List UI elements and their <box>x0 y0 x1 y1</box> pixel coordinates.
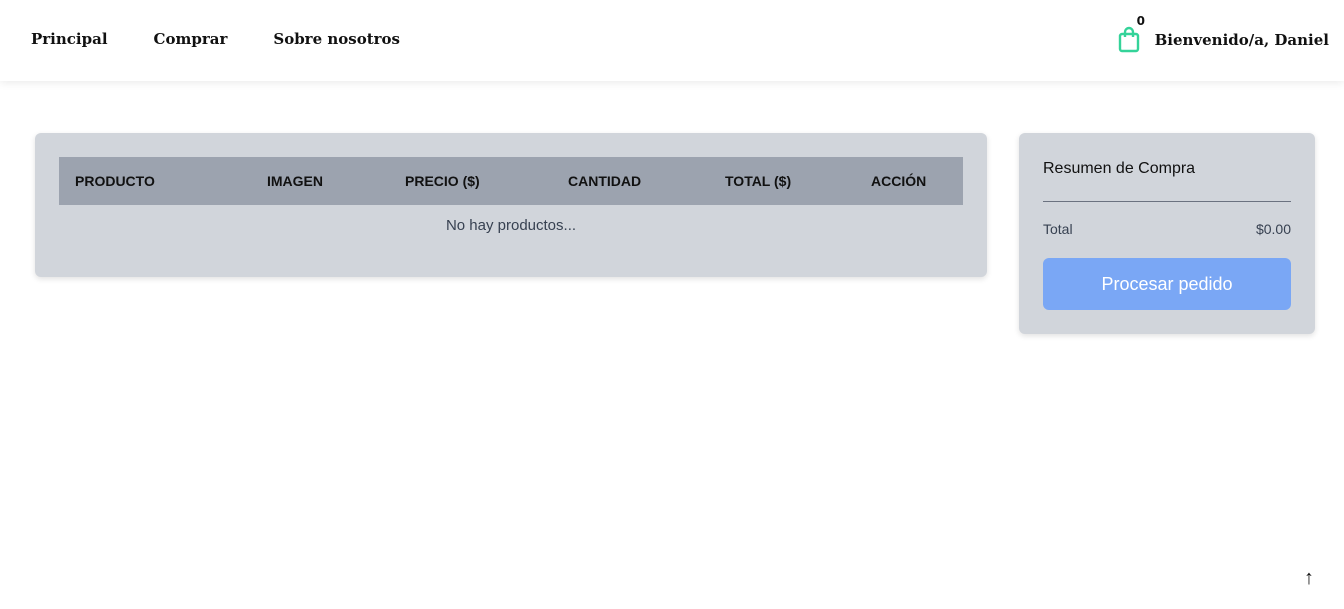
order-summary-panel: Resumen de Compra Total $0.00 Procesar p… <box>1019 133 1315 334</box>
cart-table-header: PRODUCTO IMAGEN PRECIO ($) CANTIDAD TOTA… <box>59 157 963 205</box>
nav-link-sobre-nosotros[interactable]: Sobre nosotros <box>273 29 400 49</box>
nav-link-principal[interactable]: Principal <box>31 29 108 49</box>
shopping-bag-icon <box>1118 26 1139 53</box>
column-header-producto: PRODUCTO <box>75 173 155 189</box>
empty-cart-message: No hay productos... <box>445 217 577 234</box>
column-header-precio: PRECIO ($) <box>405 173 480 189</box>
column-header-total: TOTAL ($) <box>725 173 792 189</box>
cart-panel: PRODUCTO IMAGEN PRECIO ($) CANTIDAD TOTA… <box>35 133 987 277</box>
nav-user-area: 0 Bienvenido/a, Daniel <box>1117 14 1329 64</box>
top-navbar: Principal Comprar Sobre nosotros 0 Bienv… <box>0 0 1344 81</box>
summary-total-label: Total <box>1043 221 1073 237</box>
column-header-accion: ACCIÓN <box>871 173 927 189</box>
arrow-up-icon: ↑ <box>1304 567 1314 589</box>
summary-title: Resumen de Compra <box>1043 160 1196 177</box>
column-header-cantidad: CANTIDAD <box>568 173 642 189</box>
summary-divider <box>1043 201 1291 202</box>
column-header-imagen: IMAGEN <box>267 173 323 189</box>
scroll-to-top-button[interactable]: ↑ <box>1300 566 1318 590</box>
summary-total-value: $0.00 <box>1255 221 1291 237</box>
nav-link-comprar[interactable]: Comprar <box>154 29 228 49</box>
process-order-button[interactable]: Procesar pedido <box>1043 258 1291 310</box>
cart-count-badge: 0 <box>1136 14 1145 28</box>
welcome-message: Bienvenido/a, Daniel <box>1154 31 1329 49</box>
cart-button[interactable]: 0 <box>1117 14 1145 54</box>
nav-links: Principal Comprar Sobre nosotros <box>31 29 446 49</box>
